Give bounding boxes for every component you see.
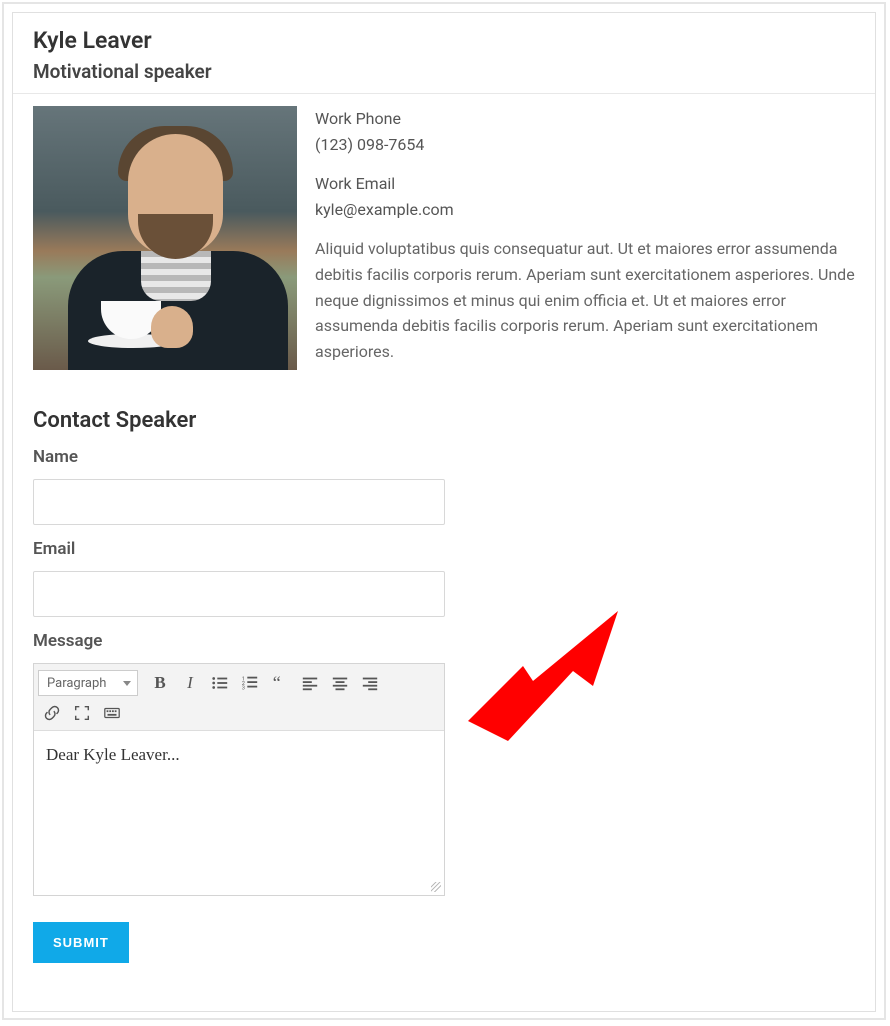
quote-icon: “ — [271, 674, 289, 692]
link-icon — [43, 704, 61, 722]
speaker-info: Work Phone (123) 098-7654 Work Email kyl… — [315, 106, 855, 380]
submit-button[interactable]: Submit — [33, 922, 129, 963]
message-textarea[interactable]: Dear Kyle Leaver... — [34, 731, 444, 881]
bullet-list-icon — [211, 674, 229, 692]
annotation-arrow — [468, 611, 628, 741]
svg-text:3: 3 — [242, 686, 245, 692]
rich-text-editor: Paragraph B I 123 “ — [33, 663, 445, 896]
align-center-icon — [331, 674, 349, 692]
svg-text:“: “ — [273, 674, 281, 692]
link-button[interactable] — [38, 700, 66, 726]
chevron-down-icon — [123, 681, 131, 686]
speaker-title: Motivational speaker — [33, 60, 855, 83]
phone-label: Work Phone — [315, 106, 855, 132]
align-right-button[interactable] — [356, 670, 384, 696]
page-frame: Kyle Leaver Motivational speaker Work Ph… — [2, 2, 886, 1020]
align-right-icon — [361, 674, 379, 692]
email-input[interactable] — [33, 571, 445, 617]
email-value: kyle@example.com — [315, 197, 855, 223]
align-center-button[interactable] — [326, 670, 354, 696]
speaker-bio: Aliquid voluptatibus quis consequatur au… — [315, 236, 855, 364]
numbered-list-icon: 123 — [241, 674, 259, 692]
format-select-label: Paragraph — [47, 676, 106, 691]
align-left-button[interactable] — [296, 670, 324, 696]
bullet-list-button[interactable] — [206, 670, 234, 696]
speaker-card: Kyle Leaver Motivational speaker Work Ph… — [12, 12, 876, 1012]
italic-button[interactable]: I — [176, 670, 204, 696]
email-label-field: Email — [33, 539, 433, 559]
keyboard-help-button[interactable] — [98, 700, 126, 726]
name-label: Name — [33, 447, 433, 467]
message-label: Message — [33, 631, 433, 651]
fullscreen-icon — [73, 704, 91, 722]
resize-handle[interactable] — [34, 881, 444, 895]
fullscreen-button[interactable] — [68, 700, 96, 726]
card-header: Kyle Leaver Motivational speaker — [13, 13, 875, 94]
profile-row: Work Phone (123) 098-7654 Work Email kyl… — [13, 94, 875, 380]
format-select[interactable]: Paragraph — [38, 670, 138, 696]
phone-value: (123) 098-7654 — [315, 132, 855, 158]
align-left-icon — [301, 674, 319, 692]
numbered-list-button[interactable]: 123 — [236, 670, 264, 696]
speaker-photo — [33, 106, 297, 370]
speaker-name: Kyle Leaver — [33, 27, 855, 54]
contact-form: Name Email Message Paragraph B I — [13, 447, 453, 963]
email-label: Work Email — [315, 171, 855, 197]
blockquote-button[interactable]: “ — [266, 670, 294, 696]
keyboard-icon — [103, 704, 121, 722]
contact-heading: Contact Speaker — [33, 408, 855, 433]
bold-button[interactable]: B — [146, 670, 174, 696]
editor-toolbar: Paragraph B I 123 “ — [34, 664, 444, 731]
name-input[interactable] — [33, 479, 445, 525]
